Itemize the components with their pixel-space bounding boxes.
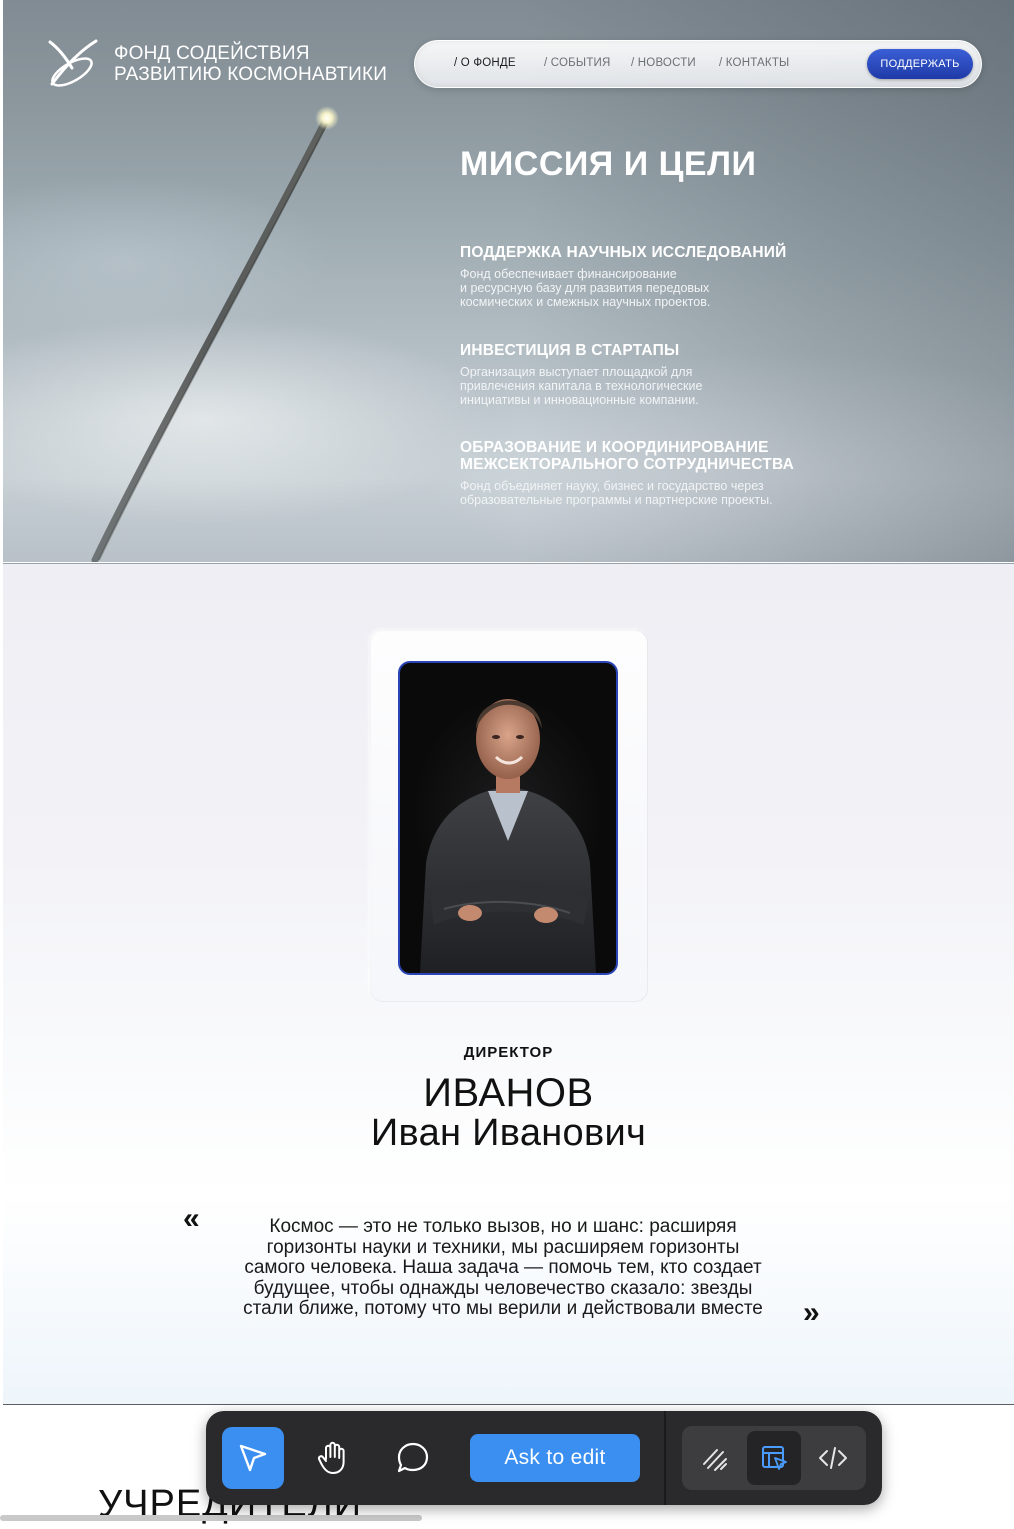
goal-startups: ИНВЕСТИЦИЯ В СТАРТАПЫ Организация выступ… <box>460 342 840 407</box>
goal-title: ОБРАЗОВАНИЕ И КООРДИНИРОВАНИЕ МЕЖСЕКТОРА… <box>460 439 860 473</box>
nav-events[interactable]: / СОБЫТИЯ <box>544 57 611 69</box>
goal-title: ИНВЕСТИЦИЯ В СТАРТАПЫ <box>460 342 680 359</box>
ask-to-edit-button[interactable]: Ask to edit <box>470 1434 640 1482</box>
quote-line: самого человека. Наша задача — помочь те… <box>244 1257 762 1278</box>
quote-close-mark: » <box>803 1296 820 1329</box>
goal-line: и ресурсную базу для развития передовых <box>460 281 710 295</box>
hand-tool-button[interactable] <box>302 1427 364 1489</box>
logo-line-1: ФОНД СОДЕЙСТВИЯ <box>114 43 310 64</box>
director-section: ДИРЕКТОР ИВАНОВ Иван Иванович « Космос —… <box>3 563 1014 1405</box>
inspect-icon <box>762 1446 787 1470</box>
director-given-name: Иван Иванович <box>370 1112 647 1154</box>
orbit-logo-icon <box>48 39 98 87</box>
director-role: ДИРЕКТОР <box>463 1044 554 1061</box>
portrait-image <box>420 699 596 973</box>
draw-mode-button[interactable] <box>688 1431 742 1485</box>
director-photo-card <box>371 631 647 1001</box>
logo-text: ФОНД СОДЕЙСТВИЯ РАЗВИТИЮ КОСМОНАВТИКИ <box>114 43 387 85</box>
goal-line: инициативы и инновационные компании. <box>460 393 699 407</box>
foundation-logo[interactable]: ФОНД СОДЕЙСТВИЯ РАЗВИТИЮ КОСМОНАВТИКИ <box>46 38 387 90</box>
nav-contacts[interactable]: / КОНТАКТЫ <box>719 57 789 69</box>
nav-news[interactable]: / НОВОСТИ <box>631 57 696 69</box>
nav-about[interactable]: / О ФОНДЕ <box>454 57 516 69</box>
goal-title-line: МЕЖСЕКТОРАЛЬНОГО СОТРУДНИЧЕСТВА <box>460 456 794 473</box>
director-photo <box>398 661 618 975</box>
goal-line: образовательные программы и партнерские … <box>460 493 773 507</box>
goal-line: космических и смежных научных проектов. <box>460 295 711 309</box>
director-quote: Космос — это не только вызов, но и шанс:… <box>208 1216 798 1320</box>
goal-research: ПОДДЕРЖКА НАУЧНЫХ ИССЛЕДОВАНИЙ Фонд обес… <box>460 244 840 309</box>
code-mode-button[interactable] <box>806 1431 860 1485</box>
quote-line: горизонты науки и техники, мы расширяем … <box>266 1236 740 1258</box>
draw-icon <box>703 1449 727 1471</box>
mission-title: МИССИЯ И ЦЕЛИ <box>460 145 757 183</box>
mode-group <box>682 1426 866 1490</box>
hand-icon <box>317 1441 345 1474</box>
goal-description: Организация выступает площадкой для прив… <box>460 365 840 407</box>
goal-description: Фонд объединяет науку, бизнес и государс… <box>460 479 860 507</box>
goal-line: Фонд объединяет науку, бизнес и государс… <box>460 479 764 493</box>
hero-section: ФОНД СОДЕЙСТВИЯ РАЗВИТИЮ КОСМОНАВТИКИ / … <box>3 0 1014 562</box>
goal-education: ОБРАЗОВАНИЕ И КООРДИНИРОВАНИЕ МЕЖСЕКТОРА… <box>460 439 860 507</box>
quote-open-mark: « <box>183 1202 200 1235</box>
goal-title: ПОДДЕРЖКА НАУЧНЫХ ИССЛЕДОВАНИЙ <box>460 244 787 261</box>
goal-description: Фонд обеспечивает финансирование и ресур… <box>460 267 840 309</box>
comment-tool-button[interactable] <box>382 1427 444 1489</box>
support-button[interactable]: ПОДДЕРЖАТЬ <box>867 49 973 79</box>
quote-line: Космос — это не только вызов, но и шанс:… <box>269 1216 737 1237</box>
horizontal-scrollbar[interactable] <box>0 1515 422 1521</box>
code-icon <box>819 1447 847 1469</box>
goal-title-line: ОБРАЗОВАНИЕ И КООРДИНИРОВАНИЕ <box>460 439 769 456</box>
logo-line-2: РАЗВИТИЮ КОСМОНАВТИКИ <box>114 64 388 85</box>
goal-line: привлечения капитала в технологические <box>460 379 703 393</box>
pointer-icon <box>239 1444 267 1472</box>
comment-icon <box>397 1442 429 1473</box>
main-nav: / О ФОНДЕ / СОБЫТИЯ / НОВОСТИ / КОНТАКТЫ… <box>414 40 982 88</box>
director-surname: ИВАНОВ <box>423 1071 594 1115</box>
goal-line: Фонд обеспечивает финансирование <box>460 267 677 281</box>
goal-line: Организация выступает площадкой для <box>460 365 693 379</box>
quote-line: стали ближе, потому что мы верили и дейс… <box>243 1298 763 1319</box>
inspect-mode-button[interactable] <box>747 1431 801 1485</box>
editor-toolbar: Ask to edit <box>206 1411 882 1505</box>
toolbar-divider <box>664 1411 666 1505</box>
pointer-tool-button[interactable] <box>222 1427 284 1489</box>
quote-line: будущее, чтобы однажды человечество сказ… <box>253 1277 753 1299</box>
